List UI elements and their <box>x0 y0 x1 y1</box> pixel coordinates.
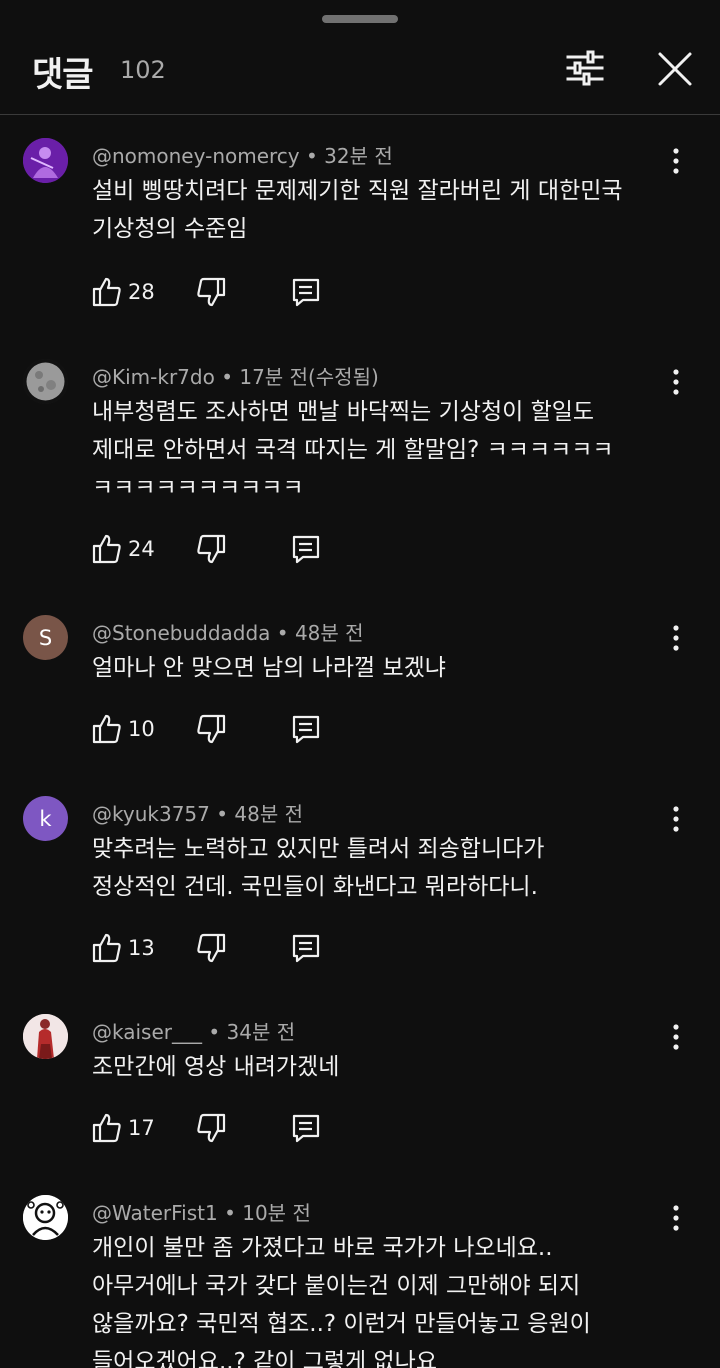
reply-button[interactable] <box>291 932 321 964</box>
comment-line: ㅋㅋㅋㅋㅋㅋㅋㅋㅋㅋ <box>92 475 304 501</box>
thumbs-up-icon <box>92 277 121 307</box>
comment-meta: @Stonebuddadda • 48분 전 <box>92 621 364 645</box>
like-count: 28 <box>128 280 155 304</box>
comment-meta: @Kim-kr7do • 17분 전(수정됨) <box>92 365 379 389</box>
comment-time: 48분 전 <box>294 621 364 645</box>
comment-line: 제대로 안하면서 국격 따지는 게 할말임? ㅋㅋㅋㅋㅋㅋ <box>92 437 614 463</box>
comment-text: 설비 삥땅치려다 문제제기한 직원 잘라버린 게 대한민국 기상청의 수준임 <box>92 172 672 248</box>
comment-count: 102 <box>120 56 166 84</box>
user-avatar-image <box>23 1195 68 1240</box>
thumbs-down-icon <box>197 277 226 307</box>
comment-line: 내부청렴도 조사하면 맨날 바닥찍는 기상청이 할일도 <box>92 399 595 425</box>
comment-text: 개인이 불만 좀 가졌다고 바로 국가가 나오네요.. 아무거에나 국가 갖다 … <box>92 1229 672 1368</box>
comment-line: 얼마나 안 맞으면 남의 나라껄 보겠냐 <box>92 655 446 681</box>
comment-time: 10분 전 <box>242 1201 311 1225</box>
comment-text: 내부청렴도 조사하면 맨날 바닥찍는 기상청이 할일도 제대로 안하면서 국격 … <box>92 393 672 507</box>
like-count: 17 <box>128 1116 155 1140</box>
avatar[interactable]: k <box>23 796 68 841</box>
comment-line: 않을까요? 국민적 협조..? 이런거 만들어놓고 응원이 <box>92 1311 591 1337</box>
comments-panel: 댓글 102 @nomoney-nomercy • 32분 전 설비 삥땅치려다… <box>0 0 720 1368</box>
dislike-button[interactable] <box>196 932 226 964</box>
like-button[interactable] <box>92 932 122 964</box>
comment-line: 설비 삥땅치려다 문제제기한 직원 잘라버린 게 대한민국 <box>92 178 623 204</box>
comment-text: 맞추려는 노력하고 있지만 틀려서 죄송합니다가 정상적인 건데. 국민들이 화… <box>92 830 672 906</box>
comment-line: 조만간에 영상 내려가겠네 <box>92 1054 340 1080</box>
thumbs-down-icon <box>197 534 226 564</box>
reply-comment-icon <box>292 278 320 307</box>
dislike-button[interactable] <box>196 276 226 308</box>
thumbs-down-icon <box>197 1113 226 1143</box>
comment-line: 개인이 불만 좀 가졌다고 바로 국가가 나오네요.. <box>92 1235 553 1261</box>
close-icon <box>658 52 692 86</box>
like-button[interactable] <box>92 1112 122 1144</box>
comment-line: 정상적인 건데. 국민들이 화낸다고 뭐라하다니. <box>92 874 538 900</box>
comment-author[interactable]: @WaterFist1 <box>92 1201 218 1225</box>
comment-author[interactable]: @Kim-kr7do <box>92 365 215 389</box>
avatar-letter: S <box>38 625 53 650</box>
like-button[interactable] <box>92 713 122 745</box>
reply-button[interactable] <box>291 713 321 745</box>
comment-time: 34분 전 <box>226 1020 296 1044</box>
drag-handle[interactable] <box>322 15 398 23</box>
reply-comment-icon <box>292 1114 320 1143</box>
thumbs-up-icon <box>92 933 121 963</box>
dislike-button[interactable] <box>196 713 226 745</box>
comment-time: 48분 전 <box>234 802 303 826</box>
comment-author[interactable]: @nomoney-nomercy <box>92 144 300 168</box>
reply-comment-icon <box>292 934 320 963</box>
comment-line: 아무거에나 국가 갖다 붙이는건 이제 그만해야 되지 <box>92 1273 581 1299</box>
reply-button[interactable] <box>291 276 321 308</box>
reply-comment-icon <box>292 715 320 744</box>
close-button[interactable] <box>654 48 696 90</box>
moon-avatar-image <box>23 359 68 404</box>
comment-text: 얼마나 안 맞으면 남의 나라껄 보겠냐 <box>92 649 672 687</box>
comment-line: 들어오겠어요..? 같이 그렇게 없나요 <box>92 1349 438 1368</box>
avatar[interactable] <box>23 1014 68 1059</box>
reply-button[interactable] <box>291 1112 321 1144</box>
comment-item: @WaterFist1 • 10분 전 개인이 불만 좀 가졌다고 바로 국가가… <box>0 1195 720 1368</box>
user-avatar-image <box>23 1014 68 1059</box>
avatar[interactable] <box>23 1195 68 1240</box>
comment-line: 맞추려는 노력하고 있지만 틀려서 죄송합니다가 <box>92 836 545 862</box>
comment-author[interactable]: @kyuk3757 <box>92 802 210 826</box>
user-avatar-image <box>23 138 68 183</box>
comment-author[interactable]: @kaiser___ <box>92 1020 202 1044</box>
comment-meta: @WaterFist1 • 10분 전 <box>92 1201 311 1225</box>
thumbs-up-icon <box>92 1113 121 1143</box>
like-button[interactable] <box>92 533 122 565</box>
thumbs-up-icon <box>92 534 121 564</box>
dislike-button[interactable] <box>196 533 226 565</box>
like-count: 24 <box>128 537 155 561</box>
thumbs-up-icon <box>92 714 121 744</box>
avatar[interactable]: S <box>23 615 68 660</box>
comment-line: 기상청의 수준임 <box>92 216 248 242</box>
like-count: 10 <box>128 717 155 741</box>
sort-filter-button[interactable] <box>562 48 608 88</box>
comment-meta: @kyuk3757 • 48분 전 <box>92 802 303 826</box>
page-title: 댓글 <box>32 55 94 95</box>
like-count: 13 <box>128 936 155 960</box>
comment-text: 조만간에 영상 내려가겠네 <box>92 1048 672 1086</box>
like-button[interactable] <box>92 276 122 308</box>
comment-time: 32분 전 <box>324 144 393 168</box>
avatar[interactable] <box>23 138 68 183</box>
dislike-button[interactable] <box>196 1112 226 1144</box>
comments-header: 댓글 102 <box>0 30 720 115</box>
comment-meta: @nomoney-nomercy • 32분 전 <box>92 144 393 168</box>
thumbs-down-icon <box>197 933 226 963</box>
reply-button[interactable] <box>291 533 321 565</box>
comment-meta: @kaiser___ • 34분 전 <box>92 1020 296 1044</box>
comment-time: 17분 전(수정됨) <box>239 365 379 389</box>
thumbs-down-icon <box>197 714 226 744</box>
sliders-icon <box>566 50 604 86</box>
comment-author[interactable]: @Stonebuddadda <box>92 621 270 645</box>
avatar-letter: k <box>39 806 52 831</box>
reply-comment-icon <box>292 535 320 564</box>
avatar[interactable] <box>23 359 68 404</box>
